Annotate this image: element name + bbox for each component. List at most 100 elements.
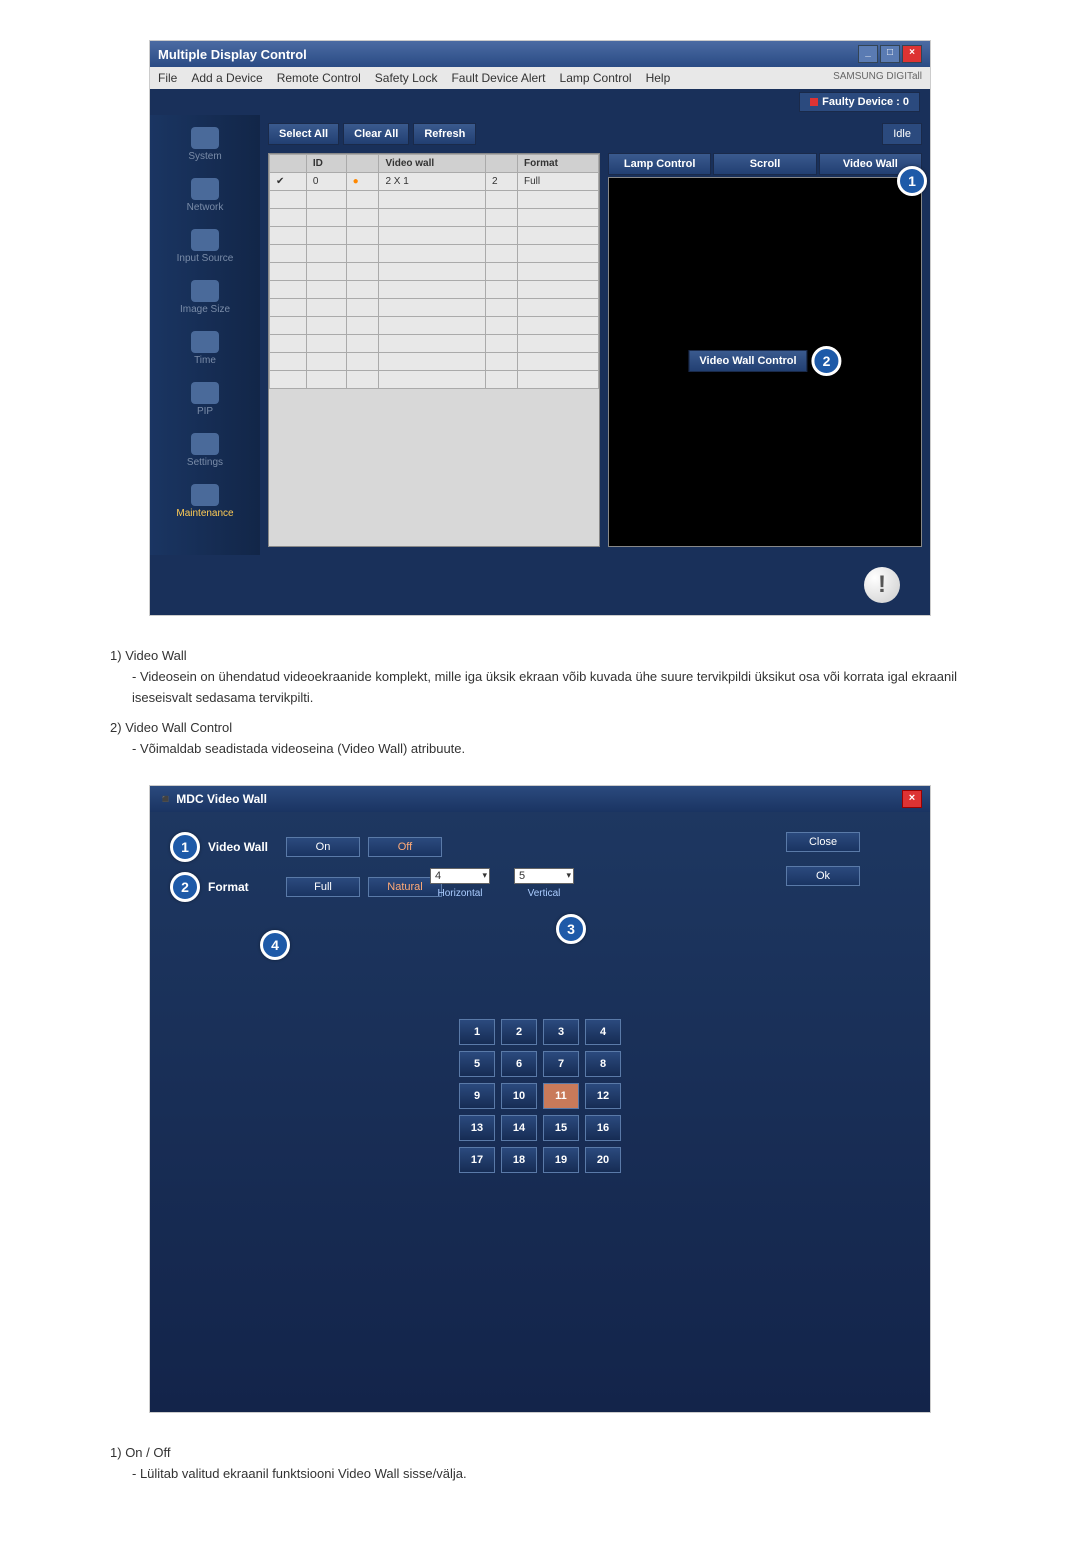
desc-item: 1) Video Wall - Videosein on ühendatud v… [110,646,970,708]
grid-cell[interactable]: 15 [543,1115,579,1141]
grid-cell[interactable]: 11 [543,1083,579,1109]
tab-scroll[interactable]: Scroll [713,153,816,175]
sidebar-label: PIP [197,406,213,417]
grid-cell[interactable]: 20 [585,1147,621,1173]
sidebar-item-settings[interactable]: Settings [183,429,227,472]
table-row[interactable] [270,281,599,299]
grid-cell[interactable]: 10 [501,1083,537,1109]
on-button[interactable]: On [286,837,360,857]
close-dialog-button[interactable]: Close [786,832,860,852]
menu-help[interactable]: Help [646,71,671,85]
minimize-button[interactable]: _ [858,45,878,63]
callout-1: 1 [170,832,200,862]
table-row[interactable] [270,191,599,209]
sidebar-item-maintenance[interactable]: Maintenance [172,480,237,523]
grid-cell[interactable]: 18 [501,1147,537,1173]
table-row[interactable] [270,209,599,227]
clock-icon [191,331,219,353]
refresh-button[interactable]: Refresh [413,123,476,145]
maximize-button[interactable]: □ [880,45,900,63]
sidebar: System Network Input Source Image Size T… [150,115,260,555]
callout-2: 2 [812,346,842,376]
menu-lamp[interactable]: Lamp Control [560,71,632,85]
desc-sub: - Videosein on ühendatud videoekraanide … [132,667,970,709]
table-row[interactable] [270,227,599,245]
cell: 0 [306,173,346,191]
vw-content: 1 Video Wall On Off 2 Format Full Natura… [150,812,930,1412]
mdc-main: Select All Clear All Refresh Idle ID Vid… [260,115,930,555]
grid-cell[interactable]: 5 [459,1051,495,1077]
preview-col: Lamp Control Scroll Video Wall Video Wal… [608,153,922,547]
sidebar-item-system[interactable]: System [184,123,225,166]
col-videowall: Video wall [379,155,486,173]
grid-cell[interactable]: 13 [459,1115,495,1141]
video-wall-control-button[interactable]: Video Wall Control [688,350,807,372]
sidebar-item-input[interactable]: Input Source [173,225,238,268]
full-button[interactable]: Full [286,877,360,897]
vw-title: ◾ MDC Video Wall [158,792,267,806]
grid-cell[interactable]: 2 [501,1019,537,1045]
gear-icon [191,127,219,149]
grid-cell[interactable]: 3 [543,1019,579,1045]
cell: 2 [485,173,517,191]
fault-icon [810,98,818,106]
close-button[interactable]: × [902,790,922,808]
desc-num: 1) [110,648,122,663]
table-row[interactable]: ✔ 0 ● 2 X 1 2 Full [270,173,599,191]
table-row[interactable] [270,353,599,371]
menu-add[interactable]: Add a Device [191,71,262,85]
device-table[interactable]: ID Video wall Format ✔ 0 ● 2 X 1 2 [268,153,600,547]
off-button[interactable]: Off [368,837,442,857]
maintenance-icon [191,484,219,506]
mdc-titlebar: Multiple Display Control _ □ × [150,41,930,67]
table-row[interactable] [270,299,599,317]
menu-fault[interactable]: Fault Device Alert [451,71,545,85]
tab-lamp[interactable]: Lamp Control [608,153,711,175]
sidebar-item-pip[interactable]: PIP [187,378,223,421]
grid-cell[interactable]: 19 [543,1147,579,1173]
description-list-2: 1) On / Off - Lülitab valitud ekraanil f… [110,1443,970,1485]
ok-button[interactable]: Ok [786,866,860,886]
callout-3: 3 [556,914,586,944]
table-row[interactable] [270,245,599,263]
sidebar-item-network[interactable]: Network [183,174,228,217]
menu-file[interactable]: File [158,71,177,85]
col-id: ID [306,155,346,173]
clear-all-button[interactable]: Clear All [343,123,409,145]
col-check [270,155,307,173]
close-button[interactable]: × [902,45,922,63]
callout-2: 2 [170,872,200,902]
cell: 2 X 1 [379,173,486,191]
mdc-window: Multiple Display Control _ □ × File Add … [149,40,931,616]
input-icon [191,229,219,251]
image-icon [191,280,219,302]
toolbar: Select All Clear All Refresh Idle [260,115,930,153]
menu-remote[interactable]: Remote Control [277,71,361,85]
grid-cell[interactable]: 16 [585,1115,621,1141]
sidebar-item-time[interactable]: Time [187,327,223,370]
grid-cell[interactable]: 6 [501,1051,537,1077]
pip-icon [191,382,219,404]
table-row[interactable] [270,371,599,389]
video-wall-grid[interactable]: 1234567891011121314151617181920 [459,1019,621,1173]
grid-cell[interactable]: 12 [585,1083,621,1109]
sidebar-item-image[interactable]: Image Size [176,276,234,319]
select-all-button[interactable]: Select All [268,123,339,145]
grid-cell[interactable]: 1 [459,1019,495,1045]
horizontal-select[interactable]: 4 [430,868,490,884]
grid-cell[interactable]: 14 [501,1115,537,1141]
table-row[interactable] [270,335,599,353]
desc-item: 1) On / Off - Lülitab valitud ekraanil f… [110,1443,970,1485]
desc-title: On / Off [125,1445,170,1460]
grid-cell[interactable]: 9 [459,1083,495,1109]
grid-cell[interactable]: 4 [585,1019,621,1045]
grid-cell[interactable]: 8 [585,1051,621,1077]
menubar: File Add a Device Remote Control Safety … [150,67,930,89]
menu-safety[interactable]: Safety Lock [375,71,438,85]
table-row[interactable] [270,317,599,335]
grid-cell[interactable]: 17 [459,1147,495,1173]
grid-cell[interactable]: 7 [543,1051,579,1077]
settings-icon [191,433,219,455]
table-row[interactable] [270,263,599,281]
vertical-select[interactable]: 5 [514,868,574,884]
